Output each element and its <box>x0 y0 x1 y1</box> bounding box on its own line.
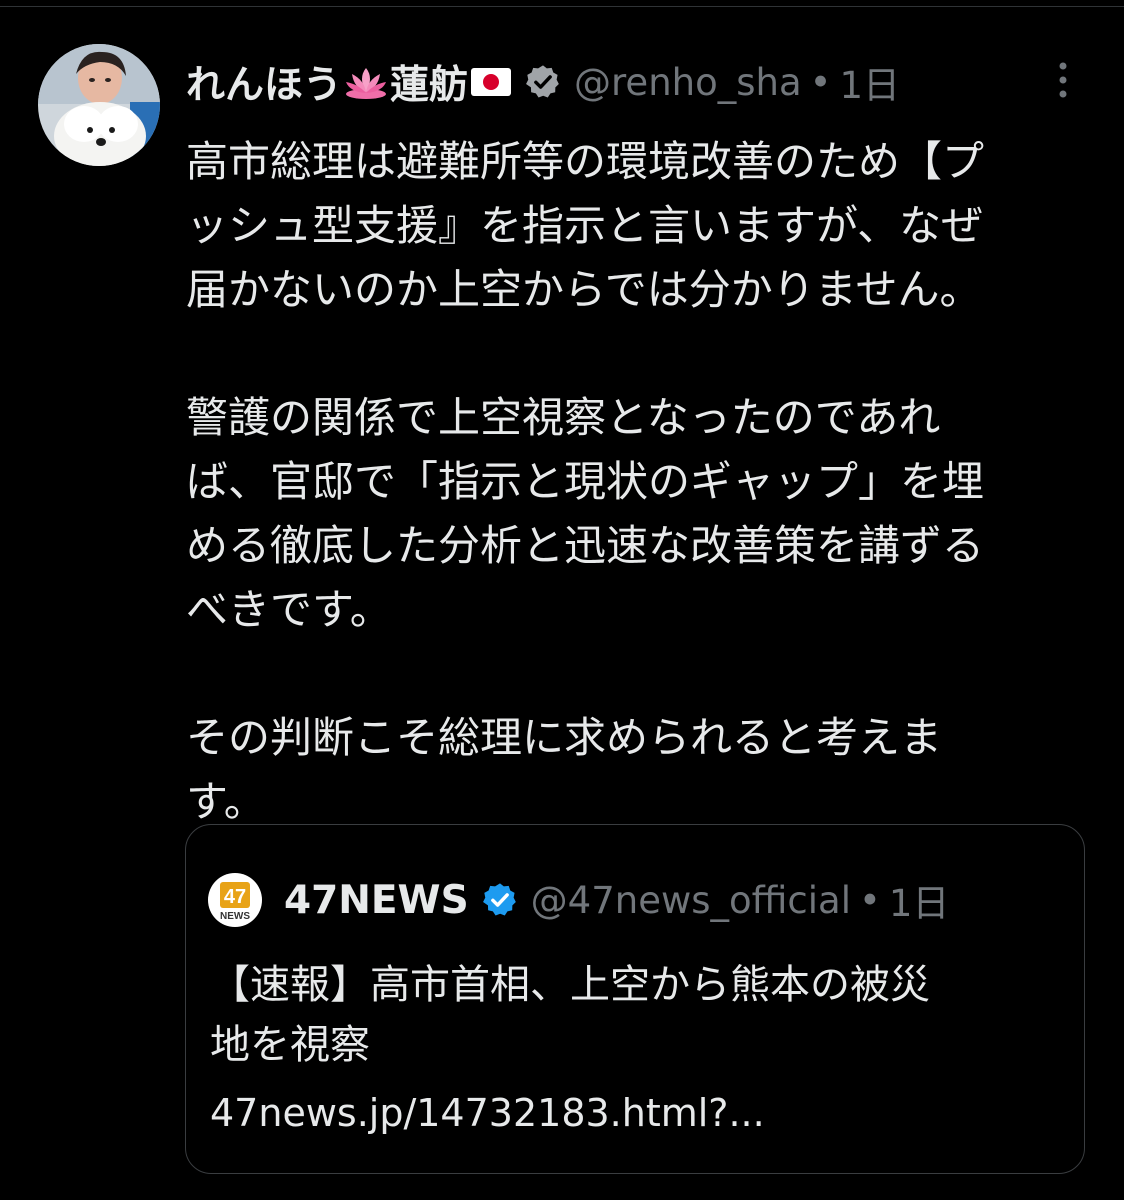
quote-avatar-subtext: NEWS <box>220 911 250 922</box>
quote-handle[interactable]: @47news_official <box>531 879 851 922</box>
tweet-paragraph: 警護の関係で上空視察となったのであれ ば、官邸で「指示と現状のギャップ」を埋 め… <box>186 393 985 634</box>
quote-display-name[interactable]: 47NEWS <box>284 878 469 923</box>
japan-flag-emoji <box>470 66 512 98</box>
quote-text: 【速報】高市首相、上空から熊本の被災 地を視察 <box>210 962 930 1068</box>
separator-dot: • <box>859 878 881 922</box>
tweet-text: 高市総理は避難所等の環境改善のため【プ ッシュ型支援』を指示と言いますが、なぜ … <box>186 130 1066 834</box>
tweet-paragraph: 高市総理は避難所等の環境改善のため【プ ッシュ型支援』を指示と言いますが、なぜ … <box>186 137 985 314</box>
verified-badge-icon <box>481 881 519 919</box>
tweet-paragraph: その判断こそ総理に求められると考えま す。 <box>186 713 943 826</box>
quote-header: 47NEWS @47news_official • 1日 <box>284 871 949 929</box>
top-divider <box>0 6 1124 7</box>
avatar-photo <box>38 44 160 166</box>
separator-dot: • <box>809 60 832 104</box>
handle[interactable]: @renho_sha <box>574 61 802 104</box>
display-name[interactable]: れんほう <box>186 54 342 110</box>
verified-badge-icon <box>524 63 562 101</box>
timestamp[interactable]: 1日 <box>839 55 900 109</box>
quote-avatar[interactable]: 47 NEWS <box>208 873 262 927</box>
quote-avatar-text: 47 <box>224 886 246 908</box>
quoted-tweet-card[interactable]: 47 NEWS 47NEWS @47news_official • 1日 【速報… <box>185 824 1085 1174</box>
avatar[interactable] <box>38 44 160 166</box>
tweet-header: れんほう 蓮舫 @renho_sha • 1日 <box>186 52 900 112</box>
lotus-emoji <box>344 64 388 100</box>
quote-link[interactable]: 47news.jp/14732183.html?... <box>210 1083 765 1143</box>
more-options-icon[interactable] <box>1046 58 1080 102</box>
display-name-kanji[interactable]: 蓮舫 <box>390 54 468 110</box>
quote-timestamp[interactable]: 1日 <box>889 873 950 927</box>
